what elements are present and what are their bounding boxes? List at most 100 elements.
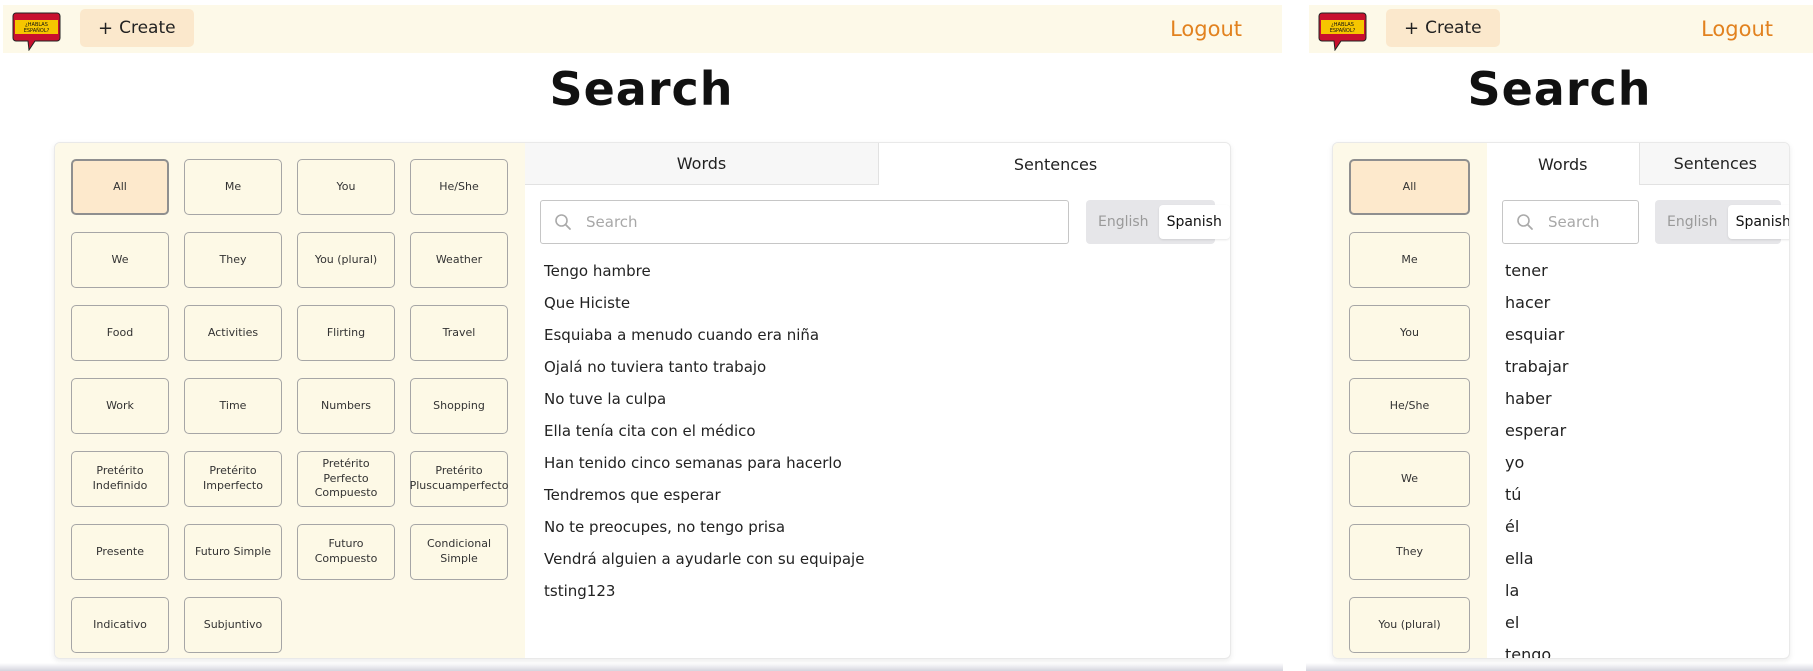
category-you-button[interactable]: You xyxy=(297,159,395,215)
result-item[interactable]: Tendremos que esperar xyxy=(544,479,864,511)
result-item[interactable]: No tuve la culpa xyxy=(544,383,864,415)
category-panel: All Me You He/She We They You (plural) xyxy=(1333,143,1487,658)
result-item[interactable]: tsting123 xyxy=(544,575,864,607)
result-item[interactable]: el xyxy=(1505,607,1568,639)
category-preterito-indefinido-button[interactable]: Pretérito Indefinido xyxy=(71,451,169,507)
results-panel: Words Sentences English Spanish tenerhac… xyxy=(1487,143,1789,658)
category-he-she-button[interactable]: He/She xyxy=(410,159,508,215)
category-presente-button[interactable]: Presente xyxy=(71,524,169,580)
search-field[interactable] xyxy=(540,200,1069,244)
result-item[interactable]: la xyxy=(1505,575,1568,607)
tab-sentences[interactable]: Sentences xyxy=(878,143,1230,185)
logout-link[interactable]: Logout xyxy=(1170,17,1242,41)
create-button[interactable]: + Create xyxy=(80,9,194,47)
category-they-button[interactable]: They xyxy=(184,232,282,288)
category-all-button[interactable]: All xyxy=(71,159,169,215)
search-card: All Me You He/She We They You (plural) Words S… xyxy=(1332,142,1790,659)
category-condicional-simple-button[interactable]: Condicional Simple xyxy=(410,524,508,580)
category-food-button[interactable]: Food xyxy=(71,305,169,361)
tab-sentences[interactable]: Sentences xyxy=(1638,143,1789,185)
page-title: Search xyxy=(549,62,734,116)
create-button-label: Create xyxy=(1425,18,1482,38)
category-panel: All Me You He/She We They You (plural) Weather F… xyxy=(55,143,525,658)
category-travel-button[interactable]: Travel xyxy=(410,305,508,361)
category-futuro-compuesto-button[interactable]: Futuro Compuesto xyxy=(297,524,395,580)
result-item[interactable]: yo xyxy=(1505,447,1568,479)
tab-bar: Words Sentences xyxy=(525,143,1230,185)
language-toggle: English Spanish xyxy=(1086,200,1230,244)
result-item[interactable]: ella xyxy=(1505,543,1568,575)
category-time-button[interactable]: Time xyxy=(184,378,282,434)
result-item[interactable]: esperar xyxy=(1505,415,1568,447)
logout-link[interactable]: Logout xyxy=(1701,17,1773,41)
language-toggle: English Spanish xyxy=(1655,200,1789,244)
result-item[interactable]: esquiar xyxy=(1505,319,1568,351)
result-item[interactable]: haber xyxy=(1505,383,1568,415)
search-field[interactable] xyxy=(1502,200,1639,244)
mobile-panel: ¿HABLAS ESPAÑOL? + Create Logout Search … xyxy=(1306,0,1813,671)
result-item[interactable]: tener xyxy=(1505,255,1568,287)
bottom-shadow xyxy=(1306,663,1813,671)
search-icon xyxy=(1517,214,1533,230)
search-input[interactable] xyxy=(586,213,1068,231)
tab-bar: Words Sentences xyxy=(1487,143,1789,185)
category-preterito-perfecto-compuesto-button[interactable]: Pretérito Perfecto Compuesto xyxy=(297,451,395,507)
category-subjuntivo-button[interactable]: Subjuntivo xyxy=(184,597,282,653)
category-me-button[interactable]: Me xyxy=(184,159,282,215)
lang-english-option[interactable]: English xyxy=(1659,205,1726,239)
search-input[interactable] xyxy=(1548,213,1638,231)
category-grid: All Me You He/She We They You (plural) xyxy=(1349,159,1470,653)
top-nav-bar: ¿HABLAS ESPAÑOL? + Create Logout xyxy=(3,5,1282,53)
lang-spanish-option[interactable]: Spanish xyxy=(1727,205,1789,239)
lang-english-option[interactable]: English xyxy=(1090,205,1157,239)
result-item[interactable]: Que Hiciste xyxy=(544,287,864,319)
result-item[interactable]: Han tenido cinco semanas para hacerlo xyxy=(544,447,864,479)
plus-icon: + xyxy=(1404,17,1420,39)
tab-words[interactable]: Words xyxy=(1487,143,1639,185)
results-panel: Words Sentences English Spanish Tengo ha… xyxy=(525,143,1230,658)
category-grid: All Me You He/She We They You (plural) Weather F… xyxy=(71,159,508,653)
category-we-button[interactable]: We xyxy=(71,232,169,288)
category-flirting-button[interactable]: Flirting xyxy=(297,305,395,361)
category-preterito-imperfecto-button[interactable]: Pretérito Imperfecto xyxy=(184,451,282,507)
hablas-espanol-logo[interactable]: ¿HABLAS ESPAÑOL? xyxy=(1318,10,1367,51)
create-button[interactable]: + Create xyxy=(1386,9,1500,47)
result-item[interactable]: Tengo hambre xyxy=(544,255,864,287)
result-item[interactable]: Ojalá no tuviera tanto trabajo xyxy=(544,351,864,383)
category-shopping-button[interactable]: Shopping xyxy=(410,378,508,434)
result-item[interactable]: tú xyxy=(1505,479,1568,511)
desktop-panel: ¿HABLAS ESPAÑOL? + Create Logout Search … xyxy=(0,0,1283,671)
category-indicativo-button[interactable]: Indicativo xyxy=(71,597,169,653)
category-you-button[interactable]: You xyxy=(1349,305,1470,361)
category-he-she-button[interactable]: He/She xyxy=(1349,378,1470,434)
results-list: Tengo hambre Que Hiciste Esquiaba a menudo… xyxy=(544,255,864,607)
category-we-button[interactable]: We xyxy=(1349,451,1470,507)
category-you-plural-button[interactable]: You (plural) xyxy=(1349,597,1470,653)
tab-words[interactable]: Words xyxy=(525,143,878,185)
category-you-plural-button[interactable]: You (plural) xyxy=(297,232,395,288)
category-preterito-pluscuamperfecto-button[interactable]: Pretérito Pluscuamperfecto xyxy=(410,451,508,507)
category-they-button[interactable]: They xyxy=(1349,524,1470,580)
bottom-shadow xyxy=(0,663,1283,671)
page-title: Search xyxy=(1467,62,1652,116)
result-item[interactable]: Vendrá alguien a ayudarle con su equipaj… xyxy=(544,543,864,575)
hablas-espanol-logo[interactable]: ¿HABLAS ESPAÑOL? xyxy=(12,10,61,51)
category-all-button[interactable]: All xyxy=(1349,159,1470,215)
category-futuro-simple-button[interactable]: Futuro Simple xyxy=(184,524,282,580)
result-item[interactable]: trabajar xyxy=(1505,351,1568,383)
result-item[interactable]: No te preocupes, no tengo prisa xyxy=(544,511,864,543)
category-numbers-button[interactable]: Numbers xyxy=(297,378,395,434)
top-nav-bar: ¿HABLAS ESPAÑOL? + Create Logout xyxy=(1309,5,1813,53)
category-work-button[interactable]: Work xyxy=(71,378,169,434)
result-item[interactable]: tengo xyxy=(1505,639,1568,658)
result-item[interactable]: hacer xyxy=(1505,287,1568,319)
search-card: All Me You He/She We They You (plural) Weather F… xyxy=(54,142,1231,659)
results-list: tener hacer esquiar trabajar haber esperar yo t… xyxy=(1505,255,1568,658)
result-item[interactable]: Esquiaba a menudo cuando era niña xyxy=(544,319,864,351)
category-weather-button[interactable]: Weather xyxy=(410,232,508,288)
category-me-button[interactable]: Me xyxy=(1349,232,1470,288)
result-item[interactable]: Ella tenía cita con el médico xyxy=(544,415,864,447)
result-item[interactable]: él xyxy=(1505,511,1568,543)
category-activities-button[interactable]: Activities xyxy=(184,305,282,361)
lang-spanish-option[interactable]: Spanish xyxy=(1158,205,1230,239)
